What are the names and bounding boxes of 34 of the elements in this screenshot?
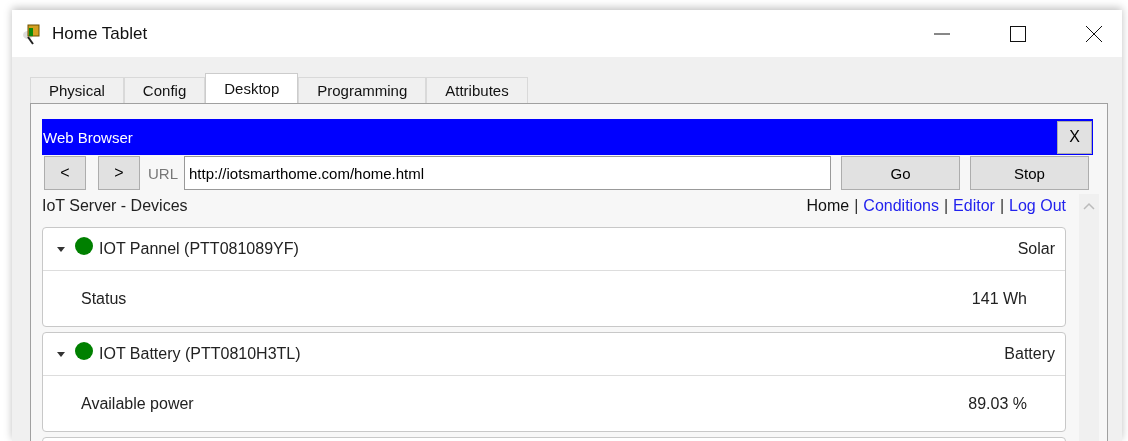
device-type: Solar bbox=[1017, 240, 1055, 258]
tab[interactable]: Programming bbox=[298, 77, 427, 103]
device-name: IOT Pannel (PTT081089YF) bbox=[99, 240, 299, 258]
window-title: Home Tablet bbox=[52, 23, 148, 44]
property-label: Available power bbox=[81, 394, 194, 413]
page-heading: IoT Server - Devices bbox=[42, 197, 188, 215]
back-button[interactable]: < bbox=[44, 156, 86, 190]
go-button[interactable]: Go bbox=[841, 156, 960, 190]
separator: | bbox=[999, 197, 1005, 215]
property-value: 89.03 % bbox=[968, 394, 1027, 413]
url-field[interactable]: http://iotsmarthome.com/home.html bbox=[184, 156, 831, 190]
tab[interactable]: Physical bbox=[30, 77, 124, 103]
device-type: Battery bbox=[1004, 345, 1055, 363]
property-value: 141 Wh bbox=[971, 289, 1027, 308]
maximize-icon[interactable] bbox=[1010, 25, 1026, 42]
tab[interactable]: Config bbox=[123, 77, 206, 103]
caret-icon[interactable] bbox=[57, 351, 65, 357]
stop-button[interactable]: Stop bbox=[970, 156, 1089, 190]
separator: | bbox=[854, 197, 859, 215]
forward-button[interactable]: > bbox=[98, 156, 140, 190]
nav-link[interactable]: Conditions bbox=[863, 197, 939, 215]
device-name: IOT Battery (PTT0810H3TL) bbox=[99, 345, 301, 363]
separator: | bbox=[943, 197, 949, 215]
nav-link[interactable]: Log Out bbox=[1009, 197, 1066, 215]
nav-link[interactable]: Editor bbox=[953, 197, 995, 215]
browser-title: Web Browser bbox=[42, 128, 133, 146]
close-button[interactable]: X bbox=[1057, 120, 1092, 154]
tab[interactable]: Desktop bbox=[205, 73, 299, 103]
close-icon[interactable] bbox=[1086, 25, 1102, 42]
url-label: URL bbox=[148, 164, 178, 182]
caret-icon[interactable] bbox=[57, 246, 65, 252]
property-label: Status bbox=[81, 289, 127, 308]
nav-link[interactable]: Home bbox=[806, 197, 850, 215]
tab[interactable]: Attributes bbox=[426, 77, 528, 103]
